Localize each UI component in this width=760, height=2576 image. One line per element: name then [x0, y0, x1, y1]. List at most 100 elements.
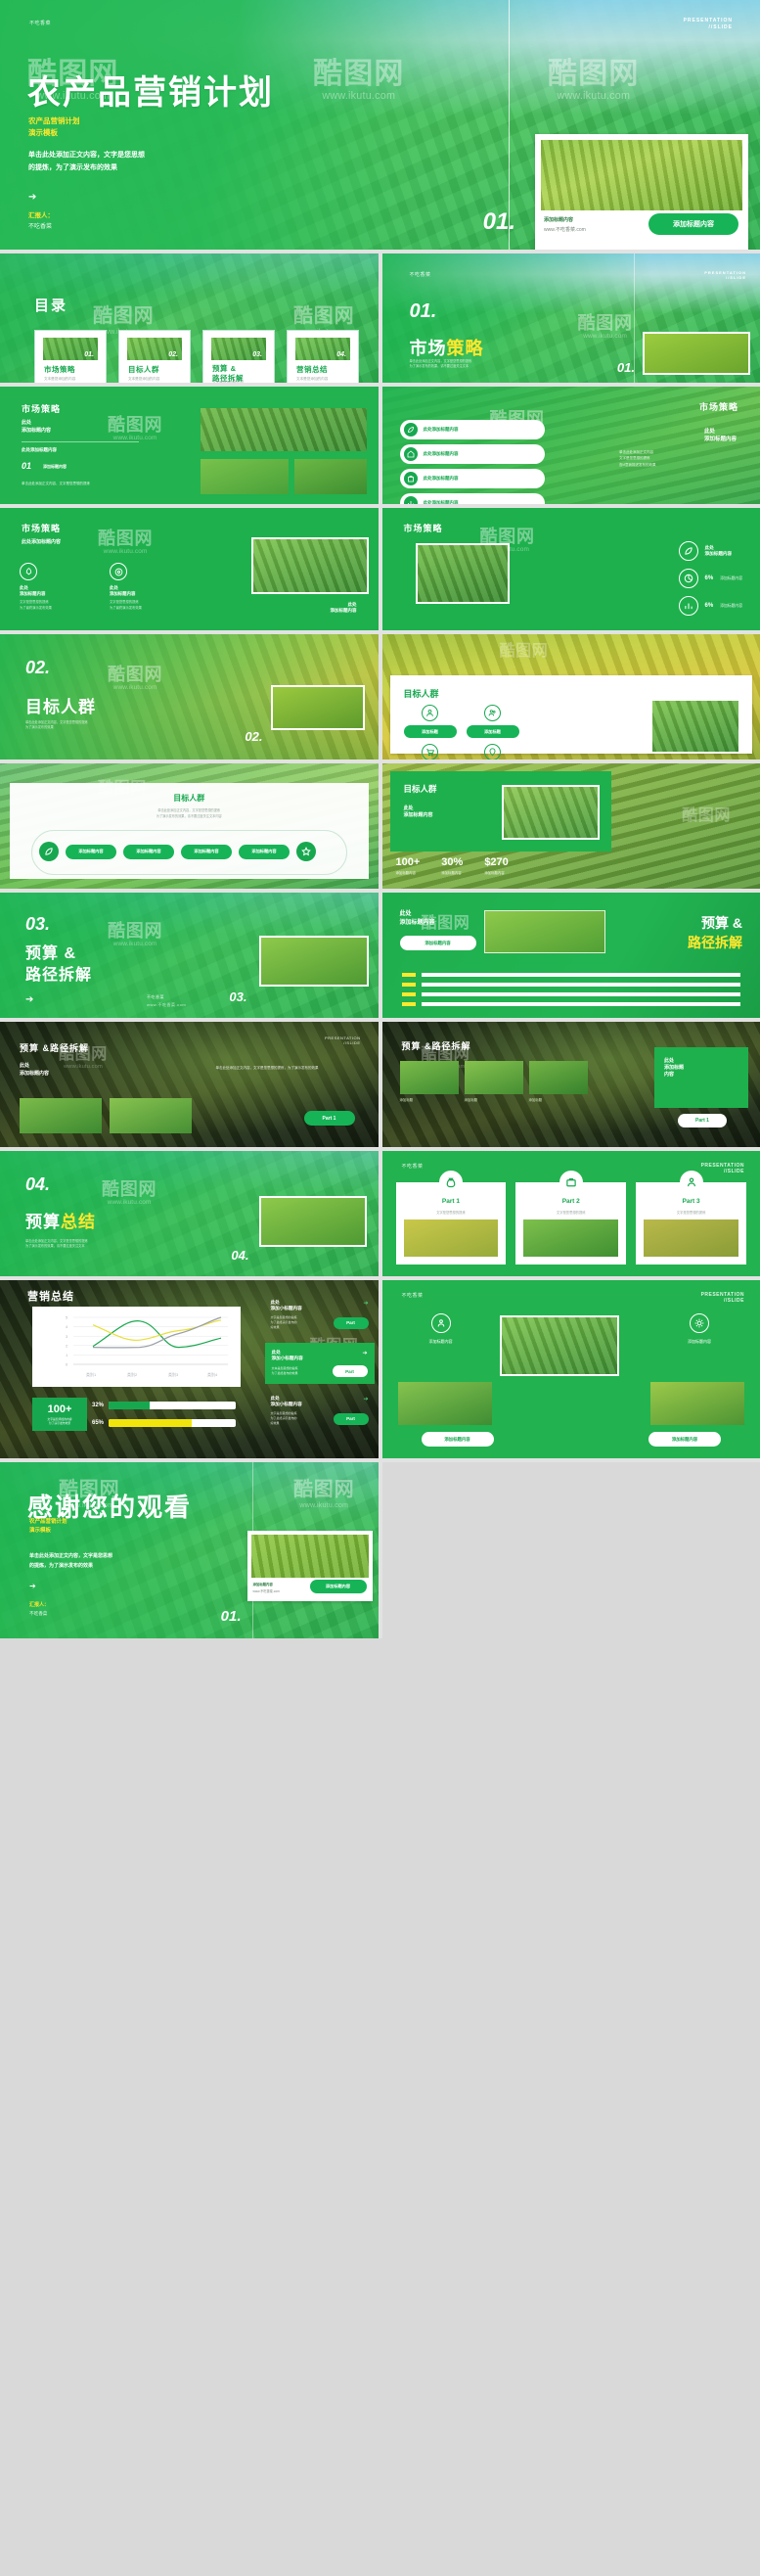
slide-section-03[interactable]: 酷图网 www.ikutu.com 03. 预算 & 路径拆解 ➔ 不吃香菜 w… — [0, 893, 379, 1018]
foot-url: www.不吃香菜.com — [147, 1002, 187, 1007]
summary-block-badge[interactable]: Part — [333, 1412, 369, 1425]
market-metric[interactable]: 此处 添加标题内容 — [678, 541, 742, 561]
market-card[interactable]: 此处 添加标题内容 文字是您思想的提炼 为了最终演示发布效果 — [110, 563, 186, 611]
target-tag-label[interactable]: 添加标题 — [403, 725, 457, 738]
target-tag[interactable]: 添加标题 — [403, 705, 457, 738]
target-panel: 目标人群 单击此处添加正文内容，文字是您思想的提炼 为了演示发布的效果，请不要过度… — [10, 783, 369, 879]
budget-badge[interactable]: Part 1 — [678, 1114, 727, 1127]
arrow-right-icon: ➔ — [28, 192, 37, 203]
target-tag-label[interactable]: 添加标题内容 — [66, 844, 116, 859]
market-metric[interactable]: 6% 添加标题内容 — [678, 569, 742, 588]
part-card[interactable]: Part 1 文字是您思想的提炼 — [395, 1171, 507, 1265]
info-card[interactable]: 添加标题内容 www.不吃香菜.com 添加标题内容 — [246, 1531, 373, 1601]
target-tag-label[interactable]: 添加标题 — [466, 725, 519, 738]
section-title-white: 市场 — [409, 339, 447, 358]
toc-card-2[interactable]: 02. 目标人群 文本是您添加的内容 为了演示最终发布的效果 请不要过度关注的图… — [118, 330, 191, 383]
section-subheading: 此处 添加标题内容 — [403, 805, 433, 818]
target-tag[interactable]: 添加标题 — [466, 705, 519, 738]
section-title: 市场策略 — [410, 335, 484, 360]
presentation-line-1: PRESENTATION — [683, 18, 733, 23]
stat-value: 30% — [441, 856, 464, 868]
toc-card-3[interactable]: 03. 预算 & 路径拆解 文本是您添加的内容 为了演示最终发布的效果 请不要过… — [202, 330, 275, 383]
slide-toc[interactable]: 酷图网 www.ikutu.com 酷图网 www.ikutu.com 目录 0… — [0, 253, 379, 383]
stat-item: 100+ 添加标题内容 — [396, 856, 421, 875]
slide-target-3[interactable]: 酷图网 目标人群 此处 添加标题内容 100+ 添加标题内容 30% 添加标题内… — [381, 763, 760, 889]
line-chart-svg: 5 4 3 2 1 0 类别1 类别2 类别3 类别4 — [66, 1315, 228, 1377]
stat-block: 100+ 文字是您添加的内容 为了演示发布效果 — [32, 1398, 87, 1431]
slide-parts[interactable]: 不吃香菜 PRESENTATION//SLIDE Part 1 文字是您思想的提… — [381, 1151, 760, 1276]
stat-value: 100+ — [395, 856, 421, 868]
target-tag-label[interactable]: 添加标题内容 — [123, 844, 174, 859]
title-body-line-1: 单击此处添加正文内容，文字是您思想 — [28, 152, 145, 159]
summary-block-para: 文字是您思想的提炼 为了最终演示发布的 好效果 — [270, 1315, 297, 1330]
summary-block-badge[interactable]: Part — [333, 1316, 369, 1329]
summary-block[interactable]: 此处 添加小标题内容 ➔ 文字是您思想的提炼 为了最终演示发布的 好效果 Par… — [271, 1396, 369, 1426]
deck-row-1: 不吃香菜 PRESENTATION //SLIDE 酷图网 www.ikutu.… — [0, 0, 760, 250]
page-title: 预算 &路径拆解 — [401, 1041, 471, 1051]
slide-target-1[interactable]: 酷图网 目标人群 添加标题 添加标题 添加 — [381, 634, 760, 759]
target-tag-label[interactable]: 添加标题内容 — [181, 844, 232, 859]
chart-xtick: 类别3 — [168, 1371, 179, 1377]
card-caption: 添加标题内容 — [252, 1583, 273, 1587]
info-card[interactable]: 添加标题内容 www.不吃香菜.com 添加标题内容 — [535, 134, 748, 250]
slide-market-4[interactable]: 酷图网 www.ikutu.com 市场策略 此处 添加标题内容 6% 添加标题… — [381, 508, 760, 630]
slide-budget-3[interactable]: 酷图网 www.ikutu.com 预算 &路径拆解 此处 添加标题 内容 添加… — [381, 1022, 760, 1147]
deck-row-10: 酷图网 www.ikutu.com 营销总结 5 — [0, 1280, 760, 1458]
section-photo — [270, 685, 365, 730]
budget-action-button[interactable]: 添加标题内容 — [399, 936, 476, 950]
budget-badge[interactable]: Part 1 — [303, 1111, 355, 1126]
slide-photo-3 — [650, 1382, 744, 1425]
reporter-name: 不吃香菜 — [29, 1611, 48, 1616]
target-tag-label[interactable]: 添加标题内容 — [239, 844, 290, 859]
summary-right-col[interactable]: 添加标题内容 — [398, 1313, 484, 1345]
arrow-right-icon: ➔ — [25, 994, 34, 1005]
slide-title[interactable]: 不吃香菜 PRESENTATION //SLIDE 酷图网 www.ikutu.… — [0, 0, 760, 250]
summary-right-button-1[interactable]: 添加标题内容 — [421, 1432, 494, 1447]
slide-market-3[interactable]: 酷图网 www.ikutu.com 市场策略 此处添加标题内容 此处 添加标题内… — [0, 508, 379, 630]
slide-section-01[interactable]: 不吃香菜 PRESENTATION //SLIDE 酷图网 www.ikutu.… — [381, 253, 760, 383]
slide-budget-1[interactable]: 酷图网 此处 添加标题内容 添加标题内容 预算 & 路径拆解 — [381, 893, 760, 1018]
summary-block[interactable]: 此处 添加小标题内容 ➔ 文本是您思想的提炼 为了最终发布的效果 Part — [264, 1343, 375, 1384]
target-tag[interactable]: 添加标题 — [467, 744, 519, 759]
arrow-right-icon: ➔ — [29, 1582, 36, 1590]
market-card[interactable]: 此处 添加标题内容 文字是您思想的提炼 为了最终演示发布效果 — [20, 563, 96, 611]
summary-right-button-2[interactable]: 添加标题内容 — [648, 1432, 721, 1447]
stat-item: $270 添加标题内容 — [484, 856, 508, 875]
slide-market-2[interactable]: 酷图网 www.ikutu.com 市场策略 此处添加标题内容 此处添加标题内容… — [381, 387, 760, 504]
slide-summary-right[interactable]: 不吃香菜 PRESENTATION//SLIDE 酷图网 添加标题内容 添加标题… — [381, 1280, 760, 1458]
market-row[interactable]: 此处添加标题内容 — [399, 493, 545, 504]
summary-block-badge[interactable]: Part — [332, 1365, 368, 1377]
bar-swatch — [401, 992, 416, 996]
market-row[interactable]: 此处添加标题内容 — [399, 444, 545, 464]
target-tag[interactable]: 添加标题 — [404, 744, 457, 759]
title-body-line-2: 的提炼，为了演示发布的效果 — [28, 163, 117, 171]
slide-thanks[interactable]: 酷图网 www.ikutu.com 酷图网 www.ikutu.com 感谢您的… — [0, 1462, 379, 1638]
market-row[interactable]: 此处添加标题内容 — [399, 420, 545, 439]
market-metric[interactable]: 6% 添加标题内容 — [678, 596, 742, 616]
market-card-title: 此处 添加标题内容 — [20, 585, 46, 596]
summary-block[interactable]: 此处 添加小标题内容 ➔ 文字是您思想的提炼 为了最终演示发布的 好效果 Par… — [271, 1300, 369, 1330]
slide-section-02[interactable]: 酷图网 www.ikutu.com 02. 目标人群 单击此处添加正文内容，文字… — [0, 634, 379, 759]
summary-right-col[interactable]: 添加标题内容 — [660, 1313, 738, 1345]
chart-ytick: 5 — [66, 1315, 68, 1320]
list-subtitle: 添加标题内容 — [43, 464, 67, 469]
slide-summary[interactable]: 酷图网 www.ikutu.com 营销总结 5 — [0, 1280, 379, 1458]
market-row-label: 此处添加标题内容 — [423, 427, 459, 432]
slide-section-04[interactable]: 酷图网 www.ikutu.com 04. 预算总结 单击此处添加正文内容，文字… — [0, 1151, 379, 1276]
slide-market-1[interactable]: 酷图网 www.ikutu.com 市场策略 此处 添加标题内容 此处添加标题内… — [0, 387, 379, 504]
part-card[interactable]: Part 3 文字是您思想的提炼 — [636, 1171, 746, 1265]
slide-budget-2[interactable]: 酷图网 www.ikutu.com PRESENTATION//SLIDE 预算… — [0, 1022, 379, 1147]
section-title-white: 预算 — [25, 1213, 61, 1231]
card-action-button[interactable]: 添加标题内容 — [648, 213, 738, 235]
toc-card-4[interactable]: 04. 营销总结 文本是您添加的内容 为了演示最终发布的效果 请不要过度关注的图… — [287, 330, 359, 383]
card-action-button[interactable]: 添加标题内容 — [309, 1580, 367, 1593]
page-title: 市场策略 — [698, 402, 738, 412]
pie-icon — [678, 569, 698, 588]
market-row[interactable]: 此处添加标题内容 — [399, 469, 545, 488]
slide-target-2[interactable]: 酷图网 目标人群 单击此处添加正文内容，文字是您思想的提炼为了演示发布的效果，请… — [0, 763, 379, 889]
toc-card-number: 03. — [252, 351, 262, 358]
market-right-para: 单击此处添加正文内容 文字是您思想的提炼 查И意我描述发布的效果 — [619, 450, 656, 467]
toc-card-1[interactable]: 01. 市场策略 文本是您添加的内容 为了演示最终发布的效果 请不要过度关注的图… — [34, 330, 107, 383]
part-card[interactable]: Part 2 文字是您思想的提炼 — [515, 1171, 627, 1265]
market-row-label: 此处添加标题内容 — [423, 451, 459, 456]
